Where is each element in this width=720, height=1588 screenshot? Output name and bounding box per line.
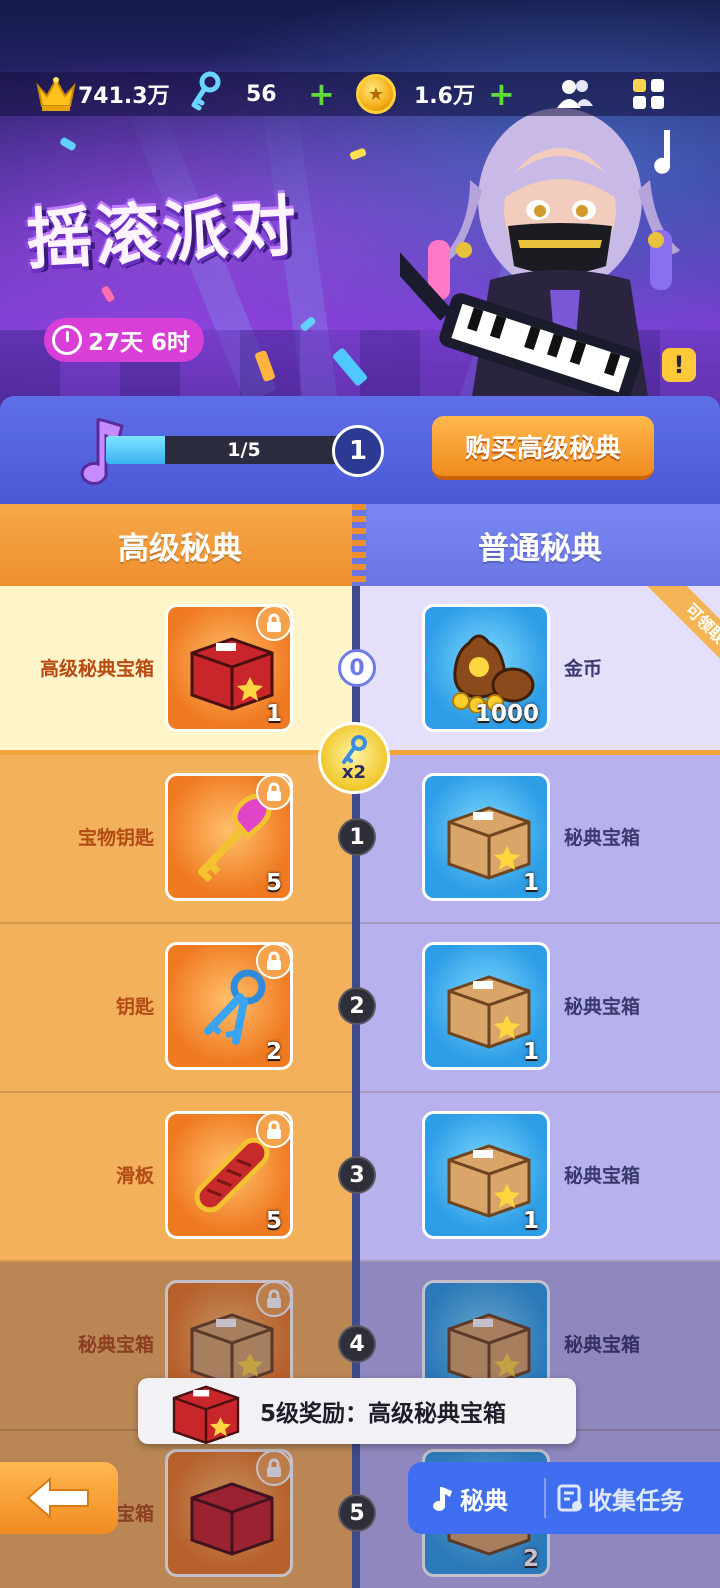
current-level-badge: 1 xyxy=(332,425,384,477)
menu-grid-icon[interactable] xyxy=(630,76,668,112)
header-divider xyxy=(352,504,366,586)
task-list-icon xyxy=(557,1484,582,1512)
back-arrow-icon xyxy=(26,1476,89,1520)
add-keys-button[interactable]: + xyxy=(308,72,335,116)
tab-premium-pass: 高级秘典 xyxy=(0,504,360,586)
info-button[interactable]: ! xyxy=(662,348,696,382)
premium-reward-label: 钥匙 xyxy=(115,996,154,1018)
level-marker-0: 0 xyxy=(338,649,376,687)
crown-resource: 741.3万 xyxy=(34,72,170,116)
premium-reward-card[interactable]: 5 xyxy=(165,773,293,901)
premium-reward-card[interactable]: 1 xyxy=(165,604,293,732)
tab-pass[interactable]: 秘典 xyxy=(428,1462,508,1534)
coin-value: 1.6万 xyxy=(414,84,475,109)
confetti xyxy=(59,136,77,152)
lock-icon xyxy=(256,776,290,810)
toast-text: 5级奖励：高级秘典宝箱 xyxy=(260,1401,507,1427)
wooden-chest-icon xyxy=(447,1144,531,1218)
level-marker-3: 3 xyxy=(338,1156,376,1194)
normal-reward-label: 金币 xyxy=(564,658,603,680)
add-coins-button[interactable]: + xyxy=(488,72,515,116)
red-chest-icon xyxy=(172,1385,240,1445)
event-title: 摇滚派对 xyxy=(24,187,301,280)
premium-reward-card[interactable]: 5 xyxy=(165,1111,293,1239)
lock-icon xyxy=(256,607,290,641)
stopwatch-icon xyxy=(52,325,82,355)
reward-quantity: 1 xyxy=(522,870,539,896)
tab-separator xyxy=(544,1478,546,1518)
plus-icon: + xyxy=(308,75,335,113)
coin-resource: ★ 1.6万 xyxy=(356,72,475,116)
event-timer: 27天 6时 xyxy=(44,318,205,362)
timer-text: 27天 6时 xyxy=(88,330,191,356)
wooden-chest-icon xyxy=(447,806,531,880)
reward-quantity: 1 xyxy=(522,1039,539,1065)
key-value: 56 xyxy=(246,81,277,107)
music-note-icon xyxy=(433,1487,452,1511)
gold-coin-icon: ★ xyxy=(356,74,396,114)
normal-reward-card[interactable]: 1000 xyxy=(422,604,550,732)
confetti xyxy=(349,147,367,161)
normal-reward-card[interactable]: 1 xyxy=(422,1111,550,1239)
level-marker-5: 5 xyxy=(338,1494,376,1532)
premium-reward-label: 高级秘典宝箱 xyxy=(39,658,154,680)
reward-quantity: 1 xyxy=(265,701,282,727)
tab-normal-pass: 普通秘典 xyxy=(360,504,720,586)
reward-quantity: 5 xyxy=(265,870,282,896)
event-banner: 摇滚派对 27天 6时 ! xyxy=(0,0,720,410)
lock-icon xyxy=(256,945,290,979)
premium-reward-label: 滑板 xyxy=(115,1165,154,1187)
normal-reward-label: 秘典宝箱 xyxy=(564,996,641,1018)
reward-quantity: 5 xyxy=(265,1208,282,1234)
rock-girl-character xyxy=(400,108,680,410)
normal-reward-card[interactable]: 1 xyxy=(422,773,550,901)
blue-key-icon xyxy=(188,71,224,117)
back-button[interactable] xyxy=(0,1462,118,1534)
claimable-label: 可领取 xyxy=(642,586,720,687)
crown-value: 741.3万 xyxy=(78,84,170,109)
key-bonus-badge: x2 xyxy=(318,722,390,794)
key-resource: 56 xyxy=(188,71,277,117)
crown-icon xyxy=(34,76,78,112)
confetti xyxy=(100,285,116,303)
premium-header-label: 高级秘典 xyxy=(118,530,242,567)
premium-reward-label: 宝物钥匙 xyxy=(77,827,154,849)
level-marker-4: 4 xyxy=(338,1325,376,1363)
claimable-ribbon: 可领取 xyxy=(608,586,720,698)
level-marker-2: 2 xyxy=(338,987,376,1025)
normal-header-label: 普通秘典 xyxy=(478,530,602,567)
level-reward-toast: 5级奖励：高级秘典宝箱 xyxy=(138,1378,576,1445)
friends-icon[interactable] xyxy=(556,76,594,112)
reward-quantity: 1000 xyxy=(474,701,539,727)
reward-quantity: 2 xyxy=(265,1039,282,1065)
tab-collect-tasks-label: 收集任务 xyxy=(588,1486,684,1515)
tab-collect-tasks[interactable]: 收集任务 xyxy=(556,1462,684,1534)
level-marker-1: 1 xyxy=(338,818,376,856)
buy-premium-pass-button[interactable]: 购买高级秘典 xyxy=(432,416,654,480)
bottom-tab-bar: 秘典 收集任务 xyxy=(408,1462,720,1534)
premium-reward-card[interactable]: 2 xyxy=(165,942,293,1070)
coin-bag-icon xyxy=(452,634,535,713)
resource-bar: 741.3万 56 + ★ 1.6万 + xyxy=(0,71,720,117)
normal-reward-label: 秘典宝箱 xyxy=(564,1165,641,1187)
reward-quantity: 1 xyxy=(522,1208,539,1234)
normal-reward-label: 秘典宝箱 xyxy=(564,827,641,849)
lock-icon xyxy=(256,1114,290,1148)
normal-reward-card[interactable]: 1 xyxy=(422,942,550,1070)
key-bonus-text: x2 xyxy=(341,761,367,783)
tab-pass-label: 秘典 xyxy=(460,1486,508,1515)
plus-icon: + xyxy=(488,75,515,113)
wooden-chest-icon xyxy=(447,975,531,1049)
